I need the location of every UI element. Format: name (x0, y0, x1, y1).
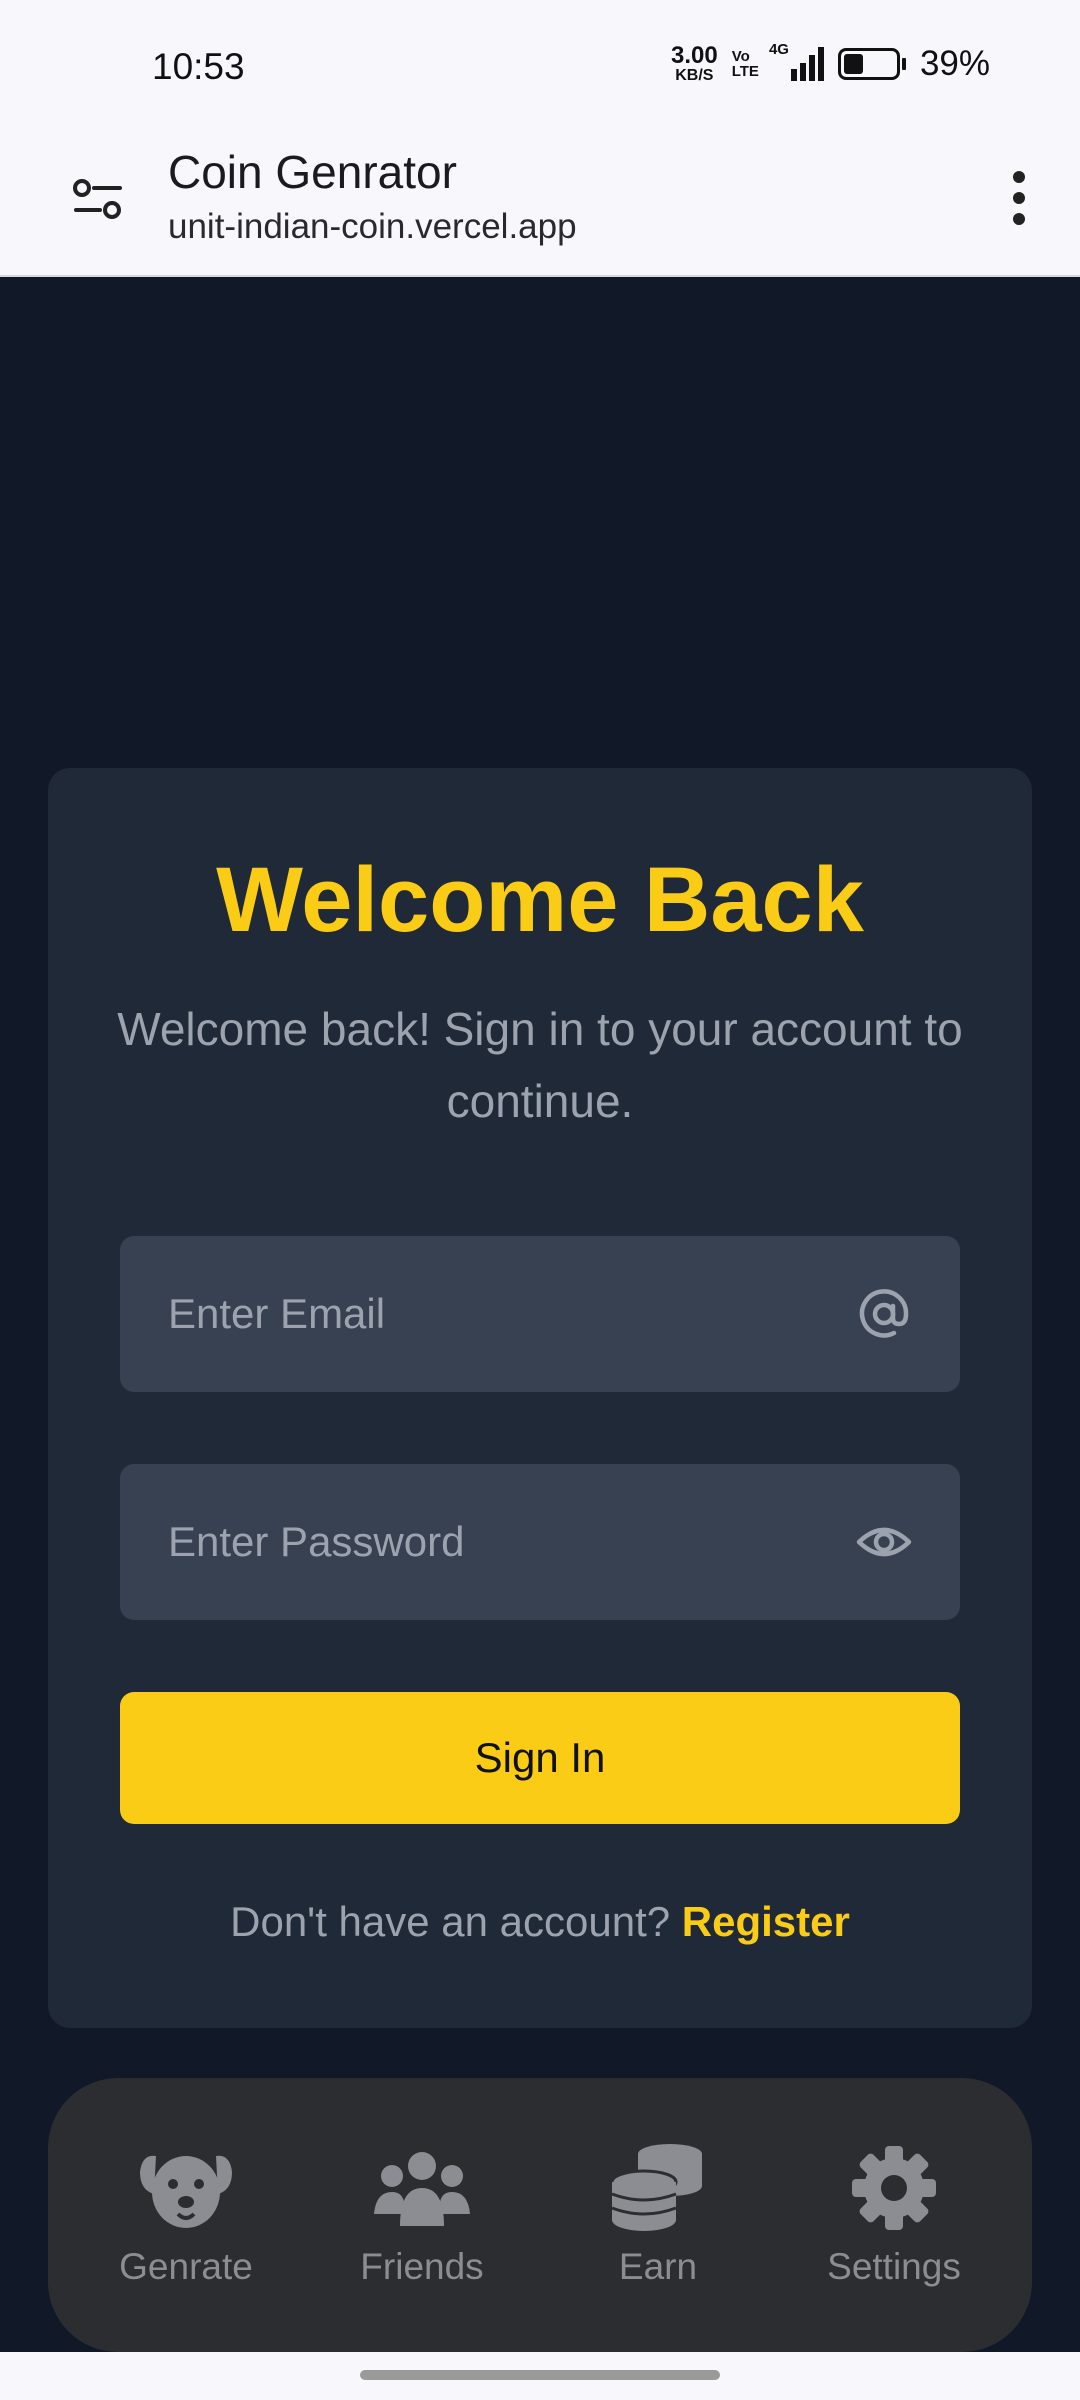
sign-in-button[interactable]: Sign In (120, 1692, 960, 1824)
more-vert-icon[interactable] (994, 163, 1044, 233)
login-subtitle: Welcome back! Sign in to your account to… (117, 1003, 963, 1127)
status-bar: 10:53 3.00 KB/S Vo LTE 4G 39% (0, 0, 1080, 125)
nav-label-settings: Settings (827, 2246, 961, 2287)
nav-item-friends[interactable]: Friends (322, 2142, 522, 2288)
password-field-container (120, 1464, 960, 1620)
home-indicator[interactable] (360, 2370, 720, 2380)
email-field-container (120, 1236, 960, 1392)
page-url[interactable]: unit-indian-coin.vercel.app (168, 207, 577, 247)
no-account-text: Don't have an account? (230, 1898, 671, 1945)
volte-indicator: Vo LTE (732, 49, 759, 79)
net-speed-unit: KB/S (675, 67, 714, 84)
login-title: Welcome Back (216, 849, 864, 951)
battery-icon (837, 48, 906, 80)
password-field[interactable] (168, 1464, 848, 1620)
users-icon (374, 2152, 470, 2226)
nav-label-genrate: Genrate (119, 2246, 253, 2287)
bottom-nav: Genrate Friends Earn Settings (48, 2078, 1032, 2352)
nav-item-earn[interactable]: Earn (558, 2142, 758, 2288)
browser-toolbar: Coin Genrator unit-indian-coin.vercel.ap… (0, 125, 1080, 277)
site-settings-icon[interactable] (70, 171, 126, 227)
nav-item-genrate[interactable]: Genrate (86, 2142, 286, 2288)
status-indicators: 3.00 KB/S Vo LTE 4G 39% (671, 41, 990, 84)
dog-icon (140, 2155, 232, 2228)
net-speed-value: 3.00 (671, 42, 718, 69)
gear-icon (852, 2146, 936, 2230)
nav-label-earn: Earn (618, 2246, 698, 2287)
signal-icon: 4G (769, 41, 824, 81)
status-time: 10:53 (152, 46, 245, 87)
coins-icon (610, 2144, 702, 2231)
nav-item-settings[interactable]: Settings (794, 2142, 994, 2288)
network-type: 4G (768, 41, 789, 58)
register-prompt: Don't have an account? Register (48, 1898, 1032, 1946)
net-speed: 3.00 KB/S (671, 44, 718, 84)
eye-icon[interactable] (856, 1514, 912, 1570)
email-field[interactable] (168, 1236, 848, 1392)
battery-percent: 39% (919, 44, 990, 83)
volte-top: Vo (731, 48, 750, 65)
volte-bottom: LTE (731, 63, 759, 80)
login-card: Welcome Back Welcome back! Sign in to yo… (48, 768, 1032, 2028)
register-link[interactable]: Register (682, 1898, 850, 1945)
page-title: Coin Genrator (168, 146, 457, 198)
nav-label-friends: Friends (360, 2246, 484, 2287)
at-icon (859, 1289, 909, 1338)
